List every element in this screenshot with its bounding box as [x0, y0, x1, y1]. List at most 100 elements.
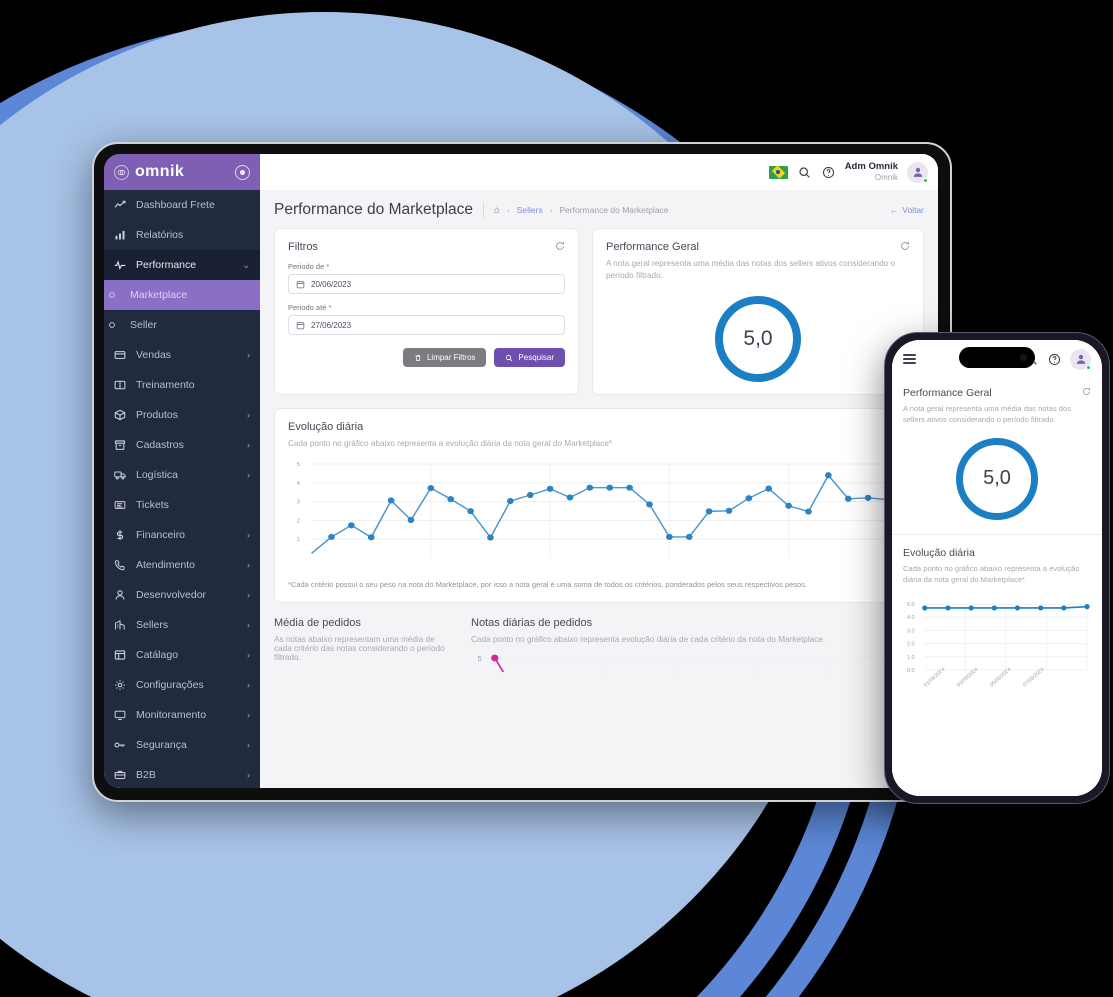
- avatar[interactable]: [907, 161, 928, 183]
- sidebar-item-label: Atendimento: [136, 559, 195, 571]
- sidebar-item-tickets[interactable]: Tickets: [104, 490, 260, 520]
- phone-chart-x-labels: 01/09/2024 03/09/2024 05/09/2024 07/09/2024: [903, 666, 1091, 690]
- sidebar-nav: Dashboard Frete Relatórios Performance ⌄ Mar…: [104, 190, 260, 788]
- phone-evo-description: Cada ponto no gráfico abaixo representa …: [903, 563, 1080, 585]
- book-icon: [114, 379, 127, 391]
- evolucao-footnote: *Cada critério possui o seu peso na nota…: [288, 579, 808, 589]
- sidebar-item-sellers[interactable]: Sellers ›: [104, 610, 260, 640]
- clear-filters-button[interactable]: Limpar Filtros: [402, 348, 487, 367]
- chevron-icon: ›: [247, 530, 250, 540]
- monitor-icon: [114, 709, 127, 721]
- sidebar-item-label: Catálago: [136, 649, 179, 661]
- brand-header[interactable]: omnik: [104, 154, 260, 190]
- breadcrumb-home-icon[interactable]: ⌂: [494, 205, 500, 216]
- perf-title: Performance Geral: [606, 241, 699, 253]
- breadcrumb-chevron-icon: ›: [507, 205, 510, 215]
- perf-card-header: Performance Geral: [606, 241, 910, 253]
- sidebar-item-b2b[interactable]: B2B ›: [104, 760, 260, 788]
- sidebar-item-configura-es[interactable]: Configurações ›: [104, 670, 260, 700]
- sidebar-item-treinamento[interactable]: Treinamento: [104, 370, 260, 400]
- target-icon[interactable]: [235, 164, 250, 180]
- brazil-flag-icon[interactable]: [768, 165, 788, 179]
- back-button[interactable]: ← Voltar: [890, 205, 924, 215]
- user-info[interactable]: Adm Omnik Omnik: [845, 161, 898, 182]
- top-bar: Adm Omnik Omnik: [260, 154, 938, 190]
- top-cards-row: Filtros Periodo de * 20/06/2023 Periodo …: [274, 228, 924, 395]
- help-circle-icon[interactable]: [821, 165, 836, 180]
- main-area: Adm Omnik Omnik Performance do Marketpla…: [260, 154, 938, 788]
- phone-screen: Performance Geral A nota geral represent…: [892, 340, 1102, 796]
- sidebar-item-atendimento[interactable]: Atendimento ›: [104, 550, 260, 580]
- breadcrumb: ⌂ › Sellers › Performance do Marketplace: [494, 205, 669, 216]
- phone-score-gauge: 5,0: [956, 437, 1038, 520]
- refresh-icon[interactable]: [900, 241, 910, 251]
- search-icon: [505, 354, 513, 362]
- sidebar-item-vendas[interactable]: Vendas ›: [104, 340, 260, 370]
- periodo-de-value: 20/06/2023: [311, 279, 352, 289]
- sidebar-item-label: Dashboard Frete: [136, 199, 215, 211]
- sidebar-item-label: Performance: [136, 259, 197, 271]
- sidebar-item-relat-rios[interactable]: Relatórios: [104, 220, 260, 250]
- sidebar-item-label: Desenvolvedor: [136, 589, 207, 601]
- breadcrumb-item-sellers[interactable]: Sellers: [517, 205, 543, 215]
- sidebar-item-cadastros[interactable]: Cadastros ›: [104, 430, 260, 460]
- sidebar-item-label: Treinamento: [136, 379, 195, 391]
- avatar[interactable]: [1070, 348, 1091, 370]
- phone-device-frame: Performance Geral A nota geral represent…: [884, 332, 1110, 804]
- refresh-icon[interactable]: [1082, 387, 1091, 396]
- sidebar-item-marketplace[interactable]: Marketplace: [104, 280, 260, 310]
- sidebar-item-monitoramento[interactable]: Monitoramento ›: [104, 700, 260, 730]
- sidebar-item-cat-lago[interactable]: Catálago ›: [104, 640, 260, 670]
- chevron-icon: ›: [247, 680, 250, 690]
- help-circle-icon[interactable]: [1047, 352, 1062, 367]
- key-icon: [114, 739, 127, 751]
- sidebar-item-seguran-a[interactable]: Segurança ›: [104, 730, 260, 760]
- notas-title: Notas diárias de pedidos: [471, 617, 593, 630]
- sidebar-item-seller[interactable]: Seller: [104, 310, 260, 340]
- divider: [892, 533, 1102, 535]
- online-status-dot: [1086, 364, 1091, 370]
- evolucao-chart[interactable]: 1 2 3 4 5: [288, 458, 910, 572]
- trash-icon: [414, 354, 422, 362]
- periodo-ate-input[interactable]: 27/06/2023: [288, 315, 565, 335]
- bar-chart-icon: [114, 229, 127, 241]
- notas-diarias-block: Notas diárias de pedidos Cada ponto no g…: [471, 617, 924, 683]
- search-icon[interactable]: [797, 165, 812, 180]
- calendar-icon: [296, 280, 305, 289]
- notas-chart[interactable]: 5: [471, 652, 924, 683]
- sidebar-item-financeiro[interactable]: Financeiro ›: [104, 520, 260, 550]
- filters-card: Filtros Periodo de * 20/06/2023 Periodo …: [274, 228, 579, 395]
- svg-text:3.0: 3.0: [907, 628, 915, 634]
- periodo-ate-label: Periodo até *: [288, 303, 332, 312]
- hamburger-menu-icon[interactable]: [903, 354, 916, 364]
- svg-text:4: 4: [297, 481, 300, 487]
- sidebar-item-produtos[interactable]: Produtos ›: [104, 400, 260, 430]
- sidebar-item-performance[interactable]: Performance ⌄: [104, 250, 260, 280]
- sidebar-item-label: Cadastros: [136, 439, 184, 451]
- user-org: Omnik: [874, 172, 898, 182]
- circle-dot-icon: [108, 291, 121, 299]
- gear-icon: [114, 679, 127, 691]
- chevron-icon: ›: [247, 350, 250, 360]
- svg-text:2: 2: [297, 518, 300, 524]
- refresh-icon[interactable]: [555, 241, 565, 251]
- ticket-icon: [114, 499, 127, 511]
- search-button[interactable]: Pesquisar: [494, 348, 565, 367]
- activity-pulse-icon: [114, 259, 127, 271]
- sidebar-item-dashboard-frete[interactable]: Dashboard Frete: [104, 190, 260, 220]
- tablet-screen: omnik Dashboard Frete Relatórios Performan…: [104, 154, 938, 788]
- filters-title: Filtros: [288, 241, 318, 253]
- sidebar-item-desenvolvedor[interactable]: Desenvolvedor ›: [104, 580, 260, 610]
- phone-evolucao-chart[interactable]: 0.0 1.0 2.0 3.0 4.0 5.0: [903, 596, 1091, 682]
- notas-description: Cada ponto no gráfico abaixo representa …: [471, 635, 826, 645]
- user-icon: [114, 589, 127, 601]
- svg-text:0.0: 0.0: [907, 668, 915, 674]
- page-title: Performance do Marketplace: [274, 201, 474, 218]
- score-gauge: 5,0: [715, 295, 801, 382]
- sidebar-item-log-stica[interactable]: Logística ›: [104, 460, 260, 490]
- periodo-de-input[interactable]: 20/06/2023: [288, 274, 565, 294]
- trend-line-icon: [114, 199, 127, 211]
- phone-content: Performance Geral A nota geral represent…: [892, 378, 1102, 796]
- card-icon: [114, 349, 127, 361]
- chevron-icon: ›: [247, 590, 250, 600]
